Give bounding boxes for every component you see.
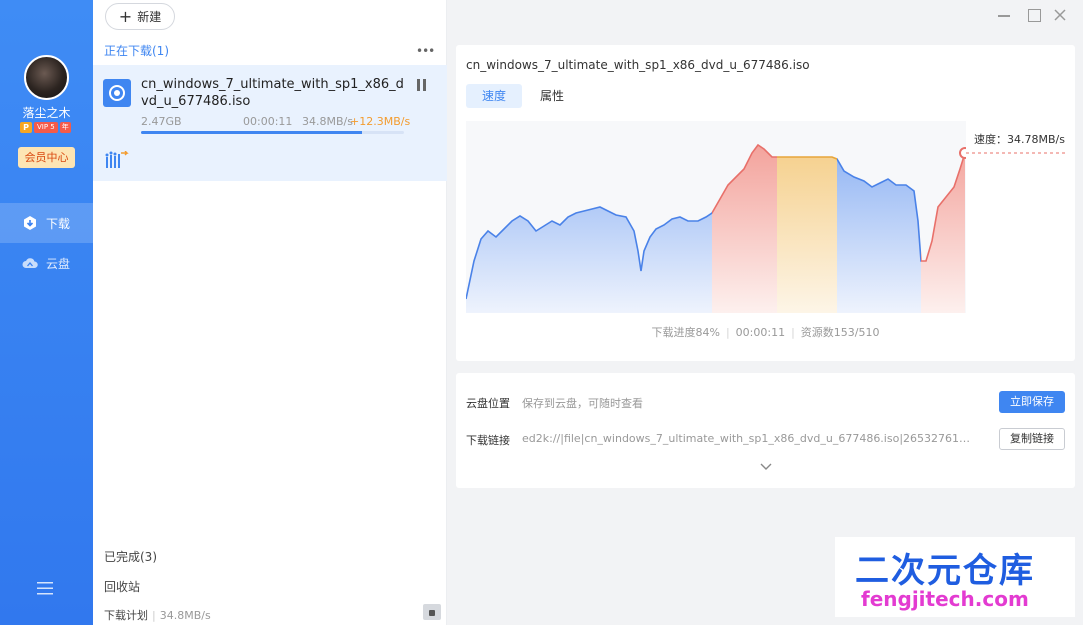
download-plan-label: 下载计划 <box>104 609 148 622</box>
accelerate-icon[interactable] <box>105 151 131 169</box>
menu-icon[interactable] <box>37 582 53 595</box>
time-stat: 00:00:11 <box>735 326 786 339</box>
download-speed: 34.8MB/s <box>302 115 353 128</box>
nav-item-download[interactable]: 下载 <box>0 203 93 243</box>
detail-file-title: cn_windows_7_ultimate_with_sp1_x86_dvd_u… <box>466 58 810 72</box>
progress-fill <box>141 131 362 134</box>
download-list-panel: + 新建 正在下载(1) ••• cn_windows_7_ultimate_w… <box>93 0 447 625</box>
vip-level-badge: VIP 5 <box>34 122 58 133</box>
copy-link-button[interactable]: 复制链接 <box>999 428 1065 450</box>
disc-image-file-icon <box>103 79 131 107</box>
download-link-label: 下载链接 <box>466 434 510 447</box>
close-icon[interactable] <box>1052 7 1068 23</box>
more-icon[interactable]: ••• <box>416 44 435 58</box>
file-size: 2.47GB <box>141 115 182 128</box>
recycle-bin-link[interactable]: 回收站 <box>104 578 140 595</box>
new-task-button[interactable]: + 新建 <box>105 3 175 30</box>
sources-stat: 资源数153/510 <box>800 326 880 339</box>
nav-item-label: 云盘 <box>46 256 71 271</box>
speed-guide-extension <box>966 152 1066 154</box>
lock-icon[interactable] <box>423 604 441 620</box>
cloud-location-label: 云盘位置 <box>466 397 510 410</box>
file-name: cn_windows_7_ultimate_with_sp1_x86_dvd_u… <box>141 77 404 109</box>
progress-bar <box>141 131 404 134</box>
minimize-icon[interactable] <box>996 7 1012 23</box>
sidebar: 落尘之木 P VIP 5 年 会员中心 下载 云盘 <box>0 0 93 625</box>
download-item[interactable]: cn_windows_7_ultimate_with_sp1_x86_dvd_u… <box>93 65 447 181</box>
plus-icon: + <box>118 6 133 26</box>
cloud-location-value: 保存到云盘，可随时查看 <box>522 397 643 410</box>
vip-year-badge: 年 <box>59 122 71 133</box>
member-center-button[interactable]: 会员中心 <box>18 147 75 168</box>
completed-link[interactable]: 已完成(3) <box>104 548 157 565</box>
boost-speed: +12.3MB/s <box>350 115 411 128</box>
speed-chart <box>466 121 966 313</box>
new-task-label: 新建 <box>137 10 162 24</box>
vip-p-icon: P <box>20 122 32 133</box>
downloading-section-title[interactable]: 正在下载(1) <box>104 42 169 59</box>
download-plan[interactable]: 下载计划 | 34.8MB/s <box>104 607 211 623</box>
maximize-icon[interactable] <box>1026 7 1042 23</box>
current-speed-label: 速度：34.78MB/s <box>974 133 1065 146</box>
time-remaining: 00:00:11 <box>243 115 293 128</box>
watermark-en: fengjitech.com <box>861 587 1029 611</box>
vip-badges: P VIP 5 年 <box>20 122 71 133</box>
cloud-icon <box>22 258 38 268</box>
link-detail-card: 云盘位置 保存到云盘，可随时查看 立即保存 下载链接 ed2k://|file|… <box>456 373 1075 488</box>
nav-item-cloud[interactable]: 云盘 <box>0 243 93 283</box>
username[interactable]: 落尘之木 <box>0 104 93 121</box>
speed-detail-card: cn_windows_7_ultimate_with_sp1_x86_dvd_u… <box>456 45 1075 361</box>
avatar[interactable] <box>24 55 69 100</box>
download-plan-speed: 34.8MB/s <box>159 609 211 622</box>
progress-stat: 下载进度84% <box>651 326 720 339</box>
download-hexagon-icon <box>24 216 36 230</box>
tab-attributes[interactable]: 属性 <box>524 84 580 108</box>
save-now-button[interactable]: 立即保存 <box>999 391 1065 413</box>
pause-icon[interactable] <box>417 79 427 91</box>
nav-item-label: 下载 <box>46 216 71 231</box>
watermark-cn: 二次元仓库 <box>855 551 1035 591</box>
download-stats: 下载进度84% | 00:00:11 | 资源数153/510 <box>651 326 880 339</box>
download-link-value[interactable]: ed2k://|file|cn_windows_7_ultimate_with_… <box>522 432 972 445</box>
watermark: 二次元仓库 fengjitech.com <box>835 537 1075 617</box>
tab-speed[interactable]: 速度 <box>466 84 523 108</box>
chevron-down-icon[interactable] <box>760 463 772 471</box>
